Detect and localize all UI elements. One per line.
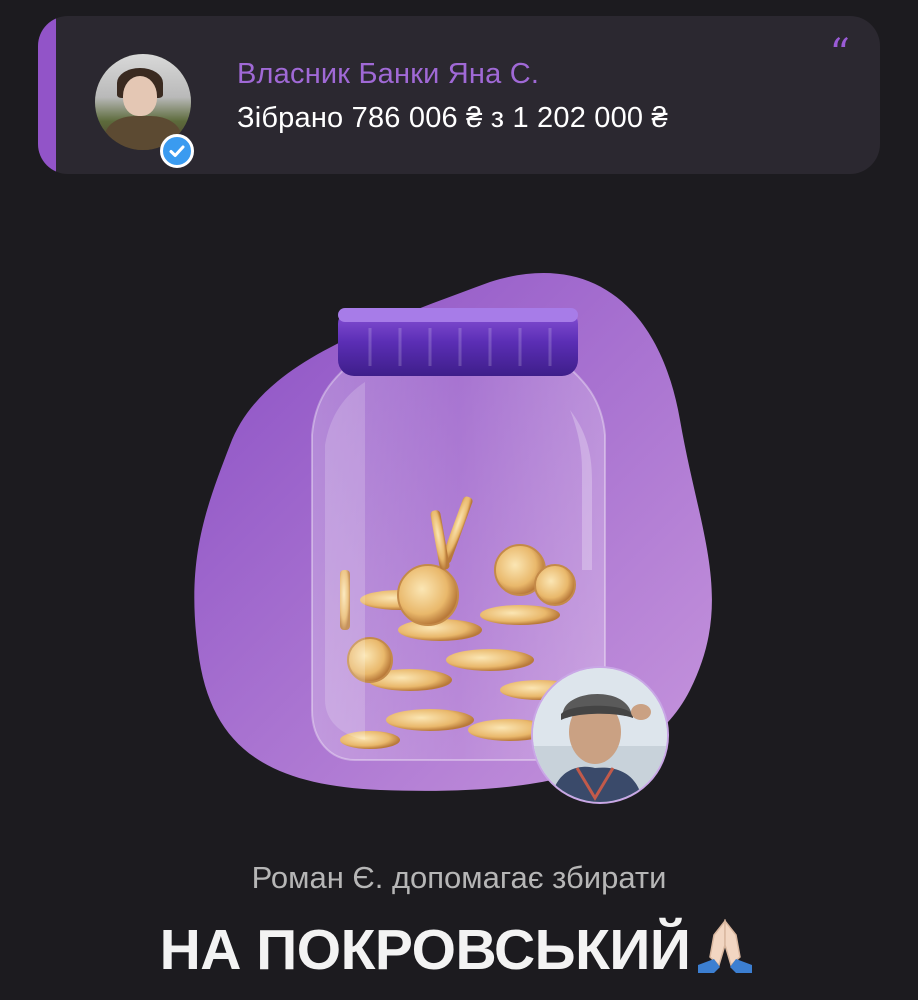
helper-avatar: [533, 668, 667, 802]
card-accent-bar: [38, 16, 56, 174]
verified-check-icon: [160, 134, 194, 168]
fundraiser-title-text: НА ПОКРОВСЬКИЙ: [159, 918, 691, 982]
jar-owner-card[interactable]: Власник Банки Яна С. Зібрано 786 006 ₴ з…: [38, 16, 880, 174]
quote-icon: “: [829, 31, 850, 77]
fundraiser-title: НА ПОКРОВСЬКИЙ: [0, 915, 918, 983]
helper-caption: Роман Є. допомагає збирати: [251, 860, 667, 895]
praying-hands-icon: [692, 915, 758, 975]
collected-amount: Зібрано 786 006 ₴ з 1 202 000 ₴: [237, 102, 668, 134]
owner-name: Власник Банки Яна С.: [237, 58, 540, 90]
